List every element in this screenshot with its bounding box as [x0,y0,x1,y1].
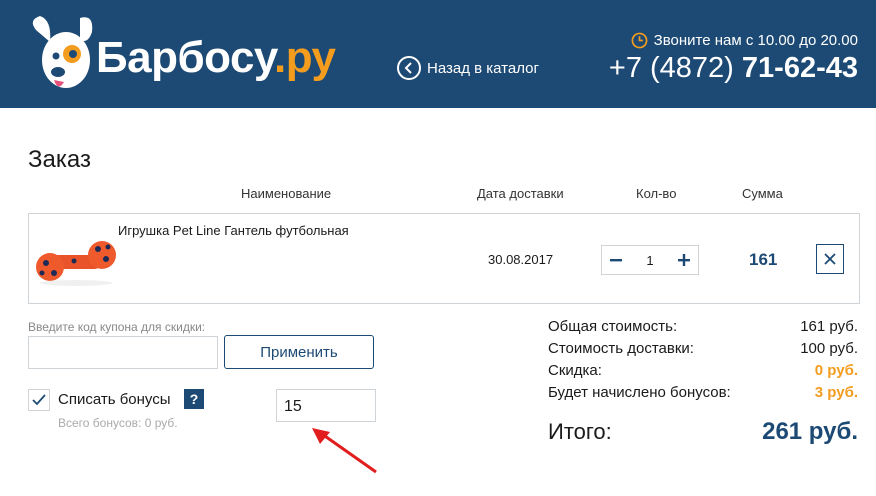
summary-label: Стоимость доставки: [548,340,694,357]
minus-icon [610,259,622,262]
summary-discount: Скидка: 0 руб. [548,362,858,379]
phone-number[interactable]: +7 (4872) 71-62-43 [609,52,858,85]
question-icon[interactable]: ? [184,389,204,409]
column-header-qty: Кол-во [636,186,677,201]
remove-item-button[interactable] [816,244,844,274]
phone-main: 71-62-43 [741,52,858,84]
column-header-name: Наименование [241,186,332,201]
cart-item-row: Игрушка Pet Line Гантель футбольная 30.0… [28,213,860,304]
column-header-date: Дата доставки [477,186,564,201]
hours-text: Звоните нам с 10.00 до 20.00 [653,32,858,49]
summary-value: 3 руб. [814,384,858,401]
check-icon [32,394,46,406]
site-logo[interactable]: Барбосу.ру [28,10,358,100]
phone-prefix: +7 (4872) [608,52,734,84]
back-to-catalog-link[interactable]: Назад в каталог [397,55,539,81]
item-sum: 161 [749,250,778,269]
brand-tld: .ру [274,33,336,82]
plus-icon [678,254,690,266]
summary-total-cost: Общая стоимость: 161 руб. [548,318,858,335]
summary-label: Скидка: [548,362,602,379]
brand-name: Барбосу.ру [96,36,336,80]
summary-delivery-cost: Стоимость доставки: 100 руб. [548,340,858,357]
use-bonus-checkbox[interactable] [28,389,50,411]
working-hours: Звоните нам с 10.00 до 20.00 [631,32,858,49]
site-header: Барбосу.ру Назад в каталог Звоните нам с… [0,0,876,108]
close-icon [824,253,836,265]
column-header-sum: Сумма [742,186,783,201]
apply-coupon-button[interactable]: Применить [224,335,374,369]
use-bonus-label[interactable]: Списать бонусы [58,391,171,408]
summary-value: 0 руб. [814,362,858,379]
summary-bonus-accrual: Будет начислено бонусов: 3 руб. [548,384,858,401]
summary-label: Будет начислено бонусов: [548,384,731,401]
quantity-stepper: 1 [601,245,699,275]
product-image[interactable] [34,233,118,289]
increase-quantity-button[interactable] [670,246,698,274]
bonus-total: Всего бонусов: 0 руб. [58,416,178,430]
total-value: 261 руб. [762,418,858,445]
clock-icon [631,32,648,49]
bonus-amount-input[interactable]: 15 [276,389,376,422]
page-title: Заказ [28,146,91,173]
product-name[interactable]: Игрушка Pet Line Гантель футбольная [118,223,349,238]
brand-main: Барбосу [96,33,275,82]
coupon-label: Введите код купона для скидки: [28,320,206,334]
red-arrow-icon [312,428,377,474]
chevron-left-icon [397,56,421,80]
delivery-date: 30.08.2017 [488,252,554,267]
order-total: Итого: 261 руб. [548,418,858,446]
quantity-value[interactable]: 1 [630,253,670,268]
dog-logo-icon [32,16,93,88]
back-label: Назад в каталог [427,59,539,77]
summary-label: Общая стоимость: [548,318,678,335]
total-label: Итого: [548,419,612,444]
summary-value: 161 руб. [800,318,858,335]
summary-value: 100 руб. [800,340,858,357]
coupon-input[interactable] [28,336,218,369]
decrease-quantity-button[interactable] [602,246,630,274]
